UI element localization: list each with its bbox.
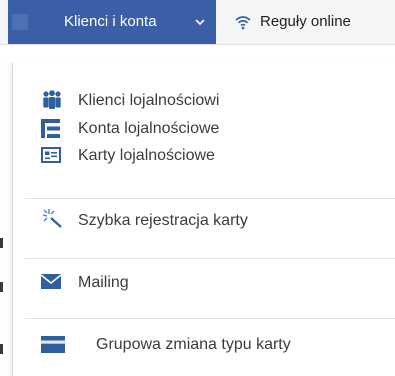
menu-item-label: Szybka rejestracja karty — [78, 212, 248, 229]
top-navigation-bar: Klienci i konta Reguły online — [0, 0, 395, 45]
menu-separator — [25, 198, 395, 199]
credit-card-icon — [41, 336, 67, 356]
menu-item-label: Mailing — [78, 274, 129, 291]
background-page-edge — [0, 238, 3, 248]
tab-label: Reguły online — [260, 13, 351, 30]
menu-item-szybka-rejestracja-karty[interactable]: Szybka rejestracja karty — [13, 205, 395, 239]
tab-reguly-online[interactable]: Reguły online — [228, 0, 395, 44]
menu-item-mailing[interactable]: Mailing — [13, 266, 395, 300]
menu-item-label: Grupowa zmiana typu karty — [96, 336, 291, 353]
chevron-down-icon — [194, 15, 206, 27]
account-tree-icon — [41, 119, 63, 139]
menu-item-grupowa-zmiana-typu-karty[interactable]: Grupowa zmiana typu karty — [13, 328, 395, 362]
users-grid-icon — [12, 14, 28, 30]
wifi-icon — [234, 14, 252, 30]
menu-item-karty-lojalnosciowe[interactable]: Karty lojalnościowe — [13, 139, 395, 173]
menu-item-label: Konta lojalnościowe — [78, 120, 220, 137]
menu-separator — [25, 258, 395, 259]
menu-separator — [25, 318, 395, 319]
background-page-edge — [0, 282, 3, 292]
id-card-icon — [41, 147, 63, 167]
background-page-edge — [0, 344, 3, 354]
menu-item-label: Klienci lojalnościowi — [78, 92, 220, 109]
tab-klienci-i-konta[interactable]: Klienci i konta — [8, 0, 216, 44]
magic-wand-icon — [41, 208, 63, 228]
envelope-icon — [40, 273, 63, 293]
users-group-icon — [41, 90, 63, 110]
menu-item-label: Karty lojalnościowe — [78, 147, 215, 164]
tab-label: Klienci i konta — [64, 13, 157, 30]
klienci-dropdown-menu: Klienci lojalnościowi Konta lojalnościow… — [12, 62, 395, 376]
